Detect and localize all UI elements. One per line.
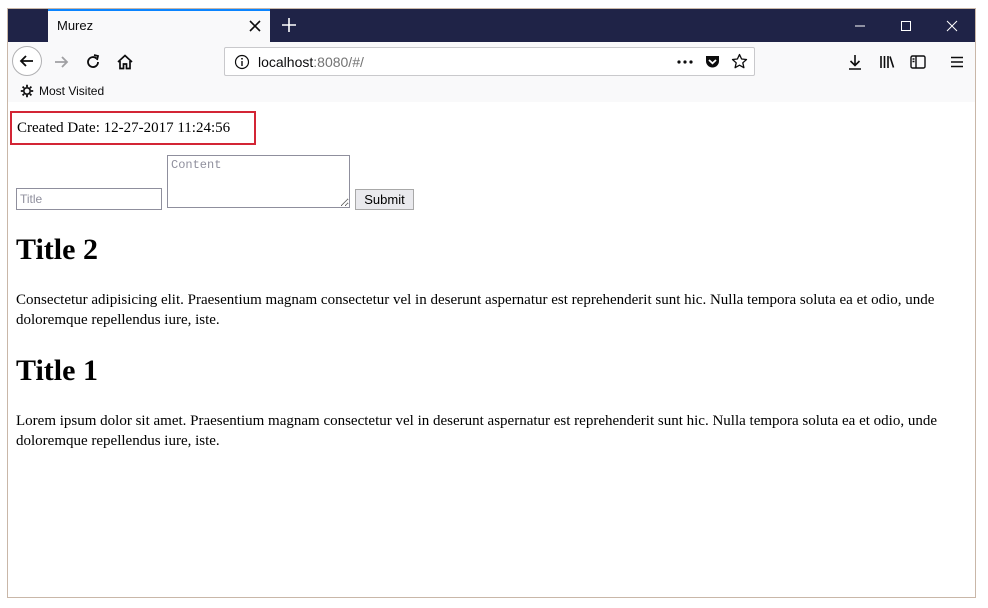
close-window-button[interactable] — [929, 9, 975, 42]
back-button[interactable] — [12, 46, 42, 76]
tab-title: Murez — [57, 18, 94, 33]
reload-button[interactable] — [82, 51, 104, 73]
maximize-button[interactable] — [883, 9, 929, 42]
close-icon — [946, 20, 958, 31]
minimize-icon — [855, 25, 865, 26]
page-actions-icon[interactable] — [676, 54, 694, 70]
bookmark-most-visited[interactable]: Most Visited — [20, 84, 104, 98]
title-input[interactable] — [16, 188, 162, 210]
maximize-icon — [901, 20, 911, 31]
new-tab-icon[interactable] — [279, 15, 299, 35]
content-textarea[interactable] — [167, 155, 350, 208]
back-arrow-icon — [19, 55, 33, 67]
bookmarks-toolbar: Most Visited — [8, 84, 975, 103]
url-bar[interactable]: localhost:8080/#/ — [224, 47, 755, 76]
library-button[interactable] — [876, 51, 898, 73]
hamburger-menu-icon — [951, 56, 963, 68]
submit-button[interactable]: Submit — [355, 189, 414, 210]
home-icon — [117, 54, 133, 70]
gear-icon — [20, 84, 34, 98]
minimize-button[interactable] — [837, 9, 883, 42]
bookmark-star-icon[interactable] — [731, 53, 748, 70]
post: Title 1 Lorem ipsum dolor sit amet. Prae… — [16, 353, 966, 449]
post-body: Lorem ipsum dolor sit amet. Praesentium … — [16, 413, 937, 449]
menu-button[interactable] — [946, 51, 968, 73]
forward-arrow-icon — [55, 56, 69, 68]
post-title: Title 1 — [16, 354, 98, 387]
title-bar: Murez — [8, 9, 975, 42]
download-icon — [849, 55, 861, 70]
sidebar-icon — [910, 55, 926, 69]
url-text: localhost:8080/#/ — [258, 54, 364, 70]
navigation-bar: localhost:8080/#/ — [8, 42, 975, 84]
reload-icon — [87, 54, 100, 68]
url-path: :8080/#/ — [313, 54, 364, 70]
url-host: localhost — [258, 54, 314, 70]
library-icon — [880, 56, 895, 68]
home-button[interactable] — [114, 51, 136, 73]
page-content: Created Date: 12-27-2017 11:24:56 Submit… — [8, 102, 975, 597]
sidebar-button[interactable] — [907, 51, 929, 73]
browser-window: Murez localhost:8080/#/ Most Visited Cre… — [7, 8, 976, 598]
created-date: Created Date: 12-27-2017 11:24:56 — [10, 111, 256, 145]
pocket-icon[interactable] — [704, 53, 721, 70]
browser-tab[interactable]: Murez — [48, 9, 270, 42]
downloads-button[interactable] — [844, 51, 866, 73]
bookmark-label: Most Visited — [39, 84, 105, 98]
info-icon[interactable] — [234, 54, 250, 70]
post-body: Consectetur adipisicing elit. Praesentiu… — [16, 292, 935, 328]
close-tab-icon[interactable] — [246, 17, 264, 35]
post: Title 2 Consectetur adipisicing elit. Pr… — [16, 232, 966, 328]
forward-button[interactable] — [50, 51, 72, 73]
post-title: Title 2 — [16, 233, 98, 266]
